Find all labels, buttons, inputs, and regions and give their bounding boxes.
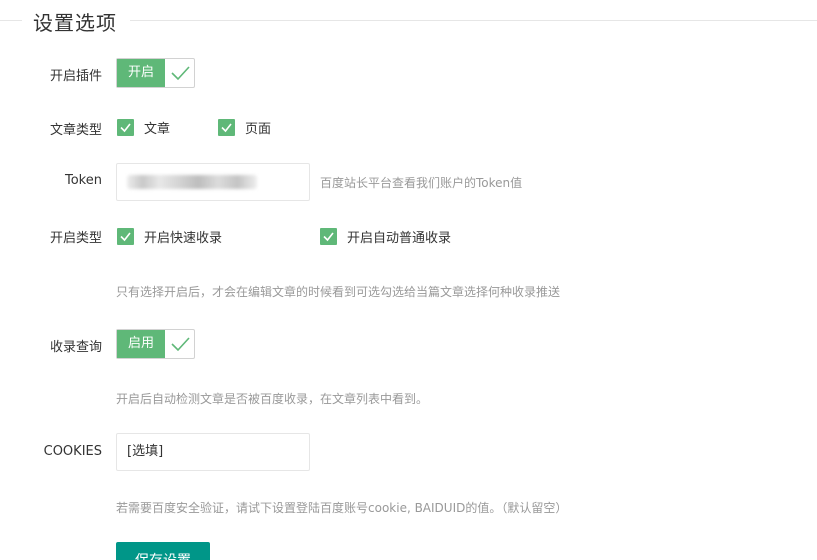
checkbox-checked-icon (218, 119, 235, 136)
article-type-option-page[interactable]: 页面 (218, 118, 271, 137)
cookies-label: COOKIES (43, 444, 102, 459)
index-query-switch[interactable]: 启用 (116, 329, 195, 359)
plugin-switch-label: 开启插件 (49, 69, 102, 84)
token-input[interactable] (116, 163, 310, 201)
token-aux-text: 百度站长平台查看我们账户的Token值 (320, 176, 523, 190)
submit-type-label: 开启类型 (49, 231, 102, 246)
checkbox-checked-icon (117, 228, 134, 245)
plugin-switch-state: 开启 (117, 59, 165, 87)
submit-type-option-label: 开启自动普通收录 (347, 231, 452, 246)
checkbox-checked-icon (320, 228, 337, 245)
article-type-label: 文章类型 (49, 123, 102, 138)
section-divider-left (0, 20, 22, 21)
plugin-switch[interactable]: 开启 (116, 58, 195, 88)
submit-type-help: 只有选择开启后，才会在编辑文章的时候看到可选勾选给当篇文章选择何种收录推送 (116, 285, 561, 299)
index-query-label: 收录查询 (49, 340, 102, 355)
article-type-option-label: 页面 (245, 122, 272, 137)
save-settings-button[interactable]: 保存设置 (116, 542, 210, 560)
index-query-switch-state: 启用 (117, 330, 165, 358)
check-icon (171, 337, 190, 352)
article-type-option-post[interactable]: 文章 (117, 118, 170, 137)
redacted-token-value (127, 175, 257, 189)
submit-type-option-normal[interactable]: 开启自动普通收录 (320, 227, 451, 246)
submit-type-option-fast[interactable]: 开启快速收录 (117, 227, 222, 246)
submit-type-option-label: 开启快速收录 (144, 231, 223, 246)
cookies-input[interactable]: [选填] (116, 433, 310, 471)
token-label: Token (65, 173, 102, 188)
article-type-option-label: 文章 (144, 122, 171, 137)
section-divider-right (130, 20, 817, 21)
index-query-help: 开启后自动检测文章是否被百度收录，在文章列表中看到。 (116, 392, 429, 406)
checkbox-checked-icon (117, 119, 134, 136)
check-icon (171, 66, 190, 81)
cookies-help: 若需要百度安全验证，请试下设置登陆百度账号cookie, BAIDUID的值。（… (116, 501, 568, 515)
section-title: 设置选项 (33, 11, 117, 35)
